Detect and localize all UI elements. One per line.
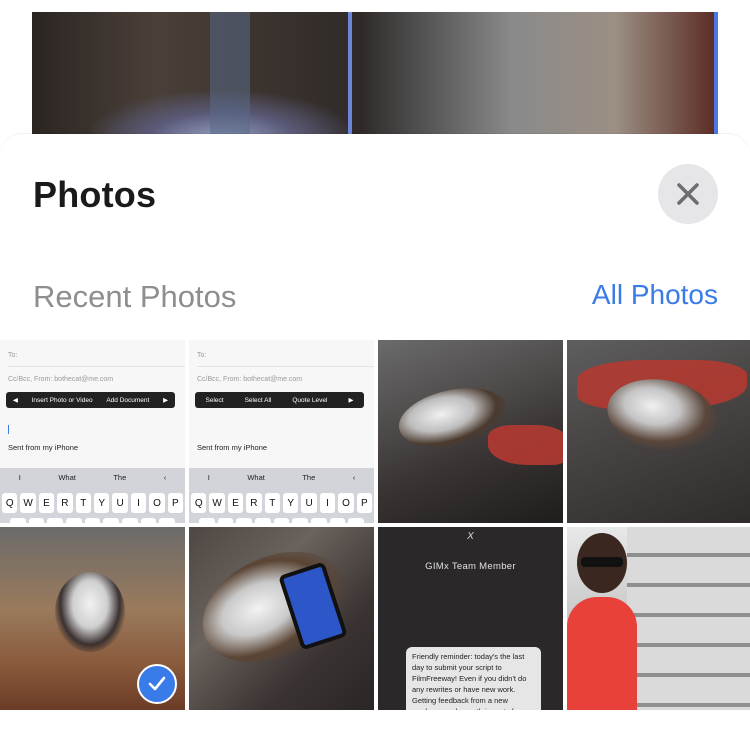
card-title: GIMx Team Member (425, 561, 516, 572)
message-text: Friendly reminder: today's the last day … (412, 652, 530, 710)
key: E (227, 493, 244, 513)
sunglasses (581, 557, 623, 567)
key (140, 518, 157, 523)
edit-menu: ◀ Insert Photo or Video Add Document ▶ (6, 392, 175, 408)
key (159, 518, 176, 523)
cat-image (55, 572, 125, 652)
chevron-left-icon: ‹ (163, 472, 167, 482)
divider (8, 366, 185, 367)
menu-item: Insert Photo or Video (31, 396, 93, 404)
edit-menu: Select Select All Quote Level ▶ (195, 392, 364, 408)
suggestion: I (207, 472, 210, 482)
cc-line: Cc/Bcc, From: bothecat@me.com (197, 376, 303, 383)
divider (197, 366, 374, 367)
menu-item: Select All (244, 396, 272, 404)
photo-thumbnail[interactable] (378, 340, 563, 523)
menu-item: Select (205, 396, 224, 404)
signature-text: Sent from my iPhone (197, 443, 268, 452)
key (329, 518, 346, 523)
key: Q (2, 493, 18, 513)
key (84, 518, 101, 523)
key (199, 518, 215, 523)
key: I (319, 493, 336, 513)
selected-checkmark-icon (137, 664, 177, 704)
key: Q (191, 493, 207, 513)
key: O (149, 493, 165, 513)
photos-sheet: Photos Recent Photos All Photos To: Cc/B… (0, 134, 750, 734)
key: U (112, 493, 128, 513)
key (28, 518, 45, 523)
keyboard-row: Q W E R T Y U I O P (2, 493, 184, 513)
key (103, 518, 120, 523)
checkmark-icon (148, 676, 166, 691)
photo-thumbnail[interactable] (0, 527, 185, 710)
key: W (20, 493, 36, 513)
red-blanket (488, 425, 563, 465)
menu-right-arrow: ▶ (163, 397, 169, 404)
key: U (301, 493, 317, 513)
close-button[interactable] (658, 164, 718, 224)
key: P (356, 493, 373, 513)
key: Y (94, 493, 110, 513)
key (311, 518, 327, 523)
key (255, 518, 271, 523)
photo-thumbnail[interactable] (567, 527, 750, 710)
photo-thumbnail[interactable]: To: Cc/Bcc, From: bothecat@me.com ◀ Inse… (0, 340, 185, 523)
signature-text: Sent from my iPhone (8, 443, 79, 452)
keyboard-row (10, 518, 176, 523)
key (10, 518, 26, 523)
cc-line: Cc/Bcc, From: bothecat@me.com (8, 376, 114, 383)
key (348, 518, 365, 523)
key: I (130, 493, 147, 513)
key: E (38, 493, 55, 513)
suggestion: What (247, 472, 265, 482)
photo-thumbnail[interactable]: X GIMx Team Member Friendly reminder: to… (378, 527, 563, 710)
to-line: To: (8, 352, 18, 359)
chevron-left-icon: ‹ (352, 472, 356, 482)
key: T (75, 493, 92, 513)
key: Y (283, 493, 299, 513)
key: R (246, 493, 262, 513)
sheet-title: Photos (33, 174, 157, 215)
key (236, 518, 253, 523)
key (122, 518, 138, 523)
recent-photos-label: Recent Photos (33, 279, 237, 314)
card-logo: X (467, 531, 474, 542)
key: R (57, 493, 73, 513)
key (292, 518, 309, 523)
suggestion: I (18, 472, 21, 482)
key: T (264, 493, 281, 513)
keyboard-row: Q W E R T Y U I O P (191, 493, 373, 513)
photo-grid: To: Cc/Bcc, From: bothecat@me.com ◀ Inse… (0, 340, 750, 710)
all-photos-link[interactable]: All Photos (592, 279, 718, 311)
store-shelves (627, 527, 750, 710)
keyboard-suggestions: I What The ‹ (189, 468, 374, 486)
menu-item: Add Document (106, 396, 150, 404)
text-cursor (8, 425, 9, 434)
key (217, 518, 234, 523)
key (273, 518, 290, 523)
key: W (209, 493, 225, 513)
photo-thumbnail[interactable]: To: Cc/Bcc, From: bothecat@me.com Select… (189, 340, 374, 523)
key: O (338, 493, 354, 513)
menu-right-arrow: ▶ (348, 397, 354, 404)
to-line: To: (197, 352, 207, 359)
key (66, 518, 82, 523)
photo-thumbnail[interactable] (567, 340, 750, 523)
suggestion: The (113, 472, 127, 482)
key (47, 518, 64, 523)
suggestion: The (302, 472, 316, 482)
person-body (567, 597, 637, 710)
close-icon (677, 183, 699, 205)
menu-item: Quote Level (292, 396, 328, 404)
keyboard-suggestions: I What The ‹ (0, 468, 185, 486)
suggestion: What (58, 472, 76, 482)
keyboard-row (199, 518, 365, 523)
key: P (167, 493, 184, 513)
photo-thumbnail[interactable] (189, 527, 374, 710)
menu-left-arrow: ◀ (12, 397, 18, 404)
